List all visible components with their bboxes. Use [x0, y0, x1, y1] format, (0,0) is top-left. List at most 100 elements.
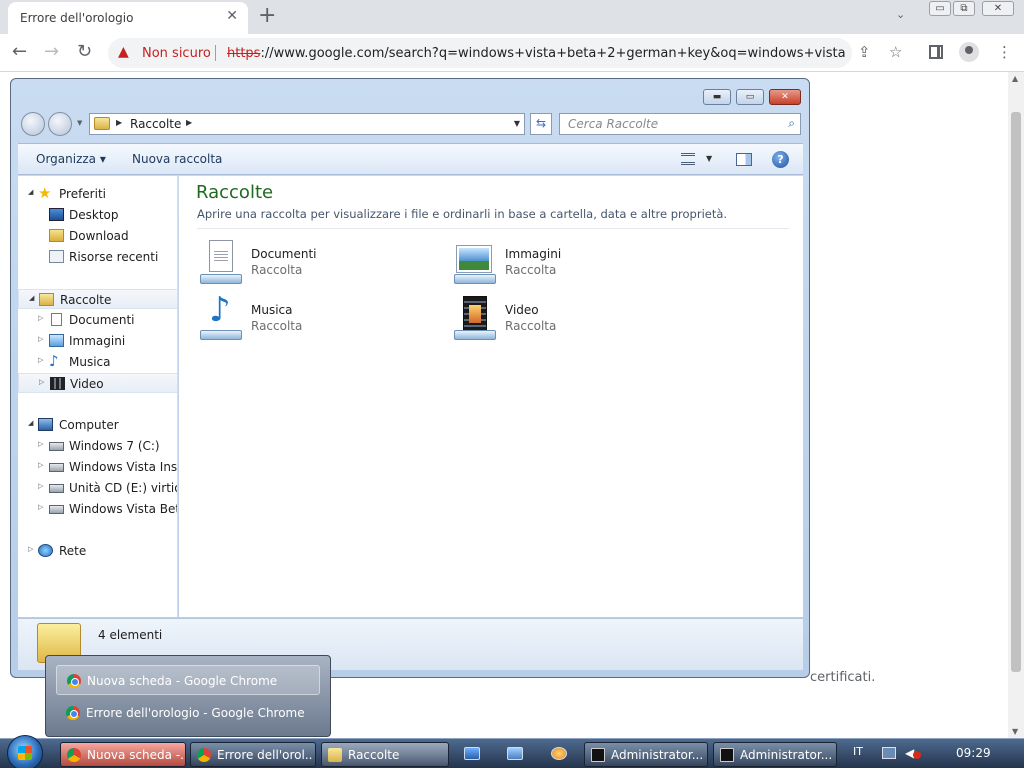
explorer-address-bar[interactable]: ▶ Raccolte ▶ ▼: [89, 113, 525, 135]
explorer-maximize-button[interactable]: ▭: [736, 89, 764, 105]
taskbar-button-cmd-1[interactable]: Administrator...: [584, 742, 708, 767]
url-text[interactable]: https://www.google.com/search?q=windows+…: [227, 46, 847, 61]
nav-item-vista-beta[interactable]: ▷ Windows Vista Beta: [18, 499, 178, 519]
close-window-button[interactable]: ✕: [982, 1, 1014, 16]
new-tab-button[interactable]: +: [258, 3, 276, 29]
start-button[interactable]: [7, 735, 43, 768]
taskbar-button-label: Nuova scheda -...: [87, 748, 183, 762]
browser-tab[interactable]: Errore dell'orologio ✕: [8, 2, 248, 34]
forward-arrow-icon[interactable]: →: [44, 42, 59, 62]
expand-triangle-icon[interactable]: ▷: [38, 335, 43, 343]
taskbar-button-chrome-errore[interactable]: Errore dell'orol...: [190, 742, 316, 767]
nav-libraries[interactable]: ◢ Raccolte: [18, 289, 177, 309]
nav-computer[interactable]: ◢ Computer: [18, 415, 177, 435]
side-panel-icon[interactable]: [929, 45, 943, 59]
library-item-musica[interactable]: ♪ Musica Raccolta: [197, 290, 437, 346]
organize-menu-button[interactable]: Organizza ▾: [36, 152, 106, 166]
explorer-search-box[interactable]: Cerca Raccolte ⌕: [559, 113, 801, 135]
input-language-indicator[interactable]: IT: [853, 745, 863, 758]
collapse-triangle-icon[interactable]: ◢: [28, 188, 33, 196]
change-view-icon[interactable]: [681, 153, 695, 165]
page-scrollbar[interactable]: ▲ ▼: [1008, 72, 1024, 738]
scroll-down-icon[interactable]: ▼: [1012, 727, 1018, 736]
nav-favorites[interactable]: ◢ ★ Preferiti: [18, 184, 177, 204]
expand-triangle-icon[interactable]: ▷: [28, 545, 33, 553]
explorer-back-button[interactable]: [21, 112, 45, 136]
search-icon[interactable]: ⌕: [788, 116, 795, 131]
expand-triangle-icon[interactable]: ▷: [38, 461, 43, 469]
hard-drive-icon: [49, 505, 64, 514]
explorer-minimize-button[interactable]: ▬: [703, 89, 731, 105]
expand-triangle-icon[interactable]: ▷: [38, 356, 43, 364]
recent-places-icon: [49, 250, 64, 263]
nav-item-label: Windows Vista Beta: [69, 502, 178, 516]
minimize-window-button[interactable]: ▭: [929, 1, 951, 16]
scroll-up-icon[interactable]: ▲: [1012, 74, 1018, 83]
recent-pages-dropdown-icon[interactable]: ▼: [77, 119, 82, 127]
refresh-icon[interactable]: ⇆: [530, 113, 552, 135]
taskbar-button-chrome-nuova-scheda[interactable]: Nuova scheda -...: [60, 742, 186, 767]
nav-item-vista-install[interactable]: ▷ Windows Vista Insta: [18, 457, 177, 477]
address-dropdown-icon[interactable]: ▼: [514, 119, 520, 128]
collapse-triangle-icon[interactable]: ◢: [29, 294, 34, 302]
expand-triangle-icon[interactable]: ▷: [39, 378, 44, 386]
nav-item-documenti[interactable]: ▷ Documenti: [18, 310, 177, 330]
library-name: Immagini: [505, 247, 562, 261]
expand-triangle-icon[interactable]: ▷: [38, 440, 43, 448]
popup-item-errore-orologio[interactable]: Errore dell'orologio - Google Chrome: [56, 698, 320, 728]
remote-desktop-icon[interactable]: [464, 747, 480, 760]
popup-item-label: Errore dell'orologio - Google Chrome: [86, 706, 305, 720]
nav-item-cd-drive[interactable]: ▷ Unità CD (E:) virtio-v: [18, 478, 177, 498]
network-tray-icon[interactable]: [882, 747, 896, 759]
nav-item-label: Musica: [69, 355, 111, 369]
share-icon[interactable]: ⇪: [858, 44, 871, 60]
close-tab-icon[interactable]: ✕: [226, 8, 238, 24]
taskbar-button-raccolte[interactable]: Raccolte: [321, 742, 449, 767]
expand-triangle-icon[interactable]: ▷: [38, 503, 43, 511]
nav-item-recent[interactable]: Risorse recenti: [18, 247, 177, 267]
help-icon[interactable]: ?: [772, 151, 789, 168]
libraries-icon: [39, 293, 54, 306]
nav-item-video[interactable]: ▷ Video: [18, 373, 177, 393]
restore-window-button[interactable]: ⧉: [953, 1, 975, 16]
explorer-close-button[interactable]: ✕: [769, 89, 801, 105]
collapse-triangle-icon[interactable]: ◢: [28, 419, 33, 427]
warning-triangle-icon[interactable]: ▲: [118, 44, 129, 60]
nav-item-desktop[interactable]: Desktop: [18, 205, 177, 225]
back-arrow-icon[interactable]: ←: [12, 42, 27, 62]
nav-item-immagini[interactable]: ▷ Immagini: [18, 331, 177, 351]
not-secure-label[interactable]: Non sicuro: [142, 46, 211, 61]
expand-triangle-icon[interactable]: ▷: [38, 482, 43, 490]
library-item-immagini[interactable]: Immagini Raccolta: [451, 238, 691, 290]
system-clock[interactable]: 09:29: [956, 746, 991, 760]
keyboard-icon[interactable]: [507, 747, 523, 760]
profile-icon[interactable]: [959, 42, 979, 62]
view-dropdown-icon[interactable]: ▼: [706, 154, 712, 163]
desktop-icon: [49, 208, 64, 221]
kebab-menu-icon[interactable]: ⋮: [997, 44, 1012, 60]
taskbar-button-cmd-2[interactable]: Administrator...: [713, 742, 837, 767]
new-library-button[interactable]: Nuova raccolta: [132, 152, 222, 166]
nav-network[interactable]: ▷ Rete: [18, 541, 177, 561]
breadcrumb-arrow-icon[interactable]: ▶: [116, 118, 122, 127]
hard-drive-icon: [49, 442, 64, 451]
scrollbar-thumb[interactable]: [1011, 112, 1021, 672]
tab-search-chevron-icon[interactable]: ⌄: [896, 8, 905, 21]
reload-icon[interactable]: ↻: [77, 42, 92, 62]
nav-item-download[interactable]: Download: [18, 226, 177, 246]
preview-pane-icon[interactable]: [736, 153, 752, 166]
nav-item-drive-c[interactable]: ▷ Windows 7 (C:): [18, 436, 177, 456]
breadcrumb-raccolte[interactable]: Raccolte: [130, 117, 181, 131]
breadcrumb-arrow-icon[interactable]: ▶: [186, 118, 192, 127]
bookmark-star-icon[interactable]: ☆: [889, 44, 902, 60]
library-item-documenti[interactable]: Documenti Raccolta: [197, 238, 437, 290]
popup-item-nuova-scheda[interactable]: Nuova scheda - Google Chrome: [56, 665, 320, 695]
settings-gear-icon[interactable]: [551, 747, 567, 760]
nav-item-musica[interactable]: ▷ ♪ Musica: [18, 352, 177, 372]
expand-triangle-icon[interactable]: ▷: [38, 314, 43, 322]
explorer-forward-button[interactable]: [48, 112, 72, 136]
address-bar[interactable]: ▲ Non sicuro https://www.google.com/sear…: [108, 38, 852, 68]
omnibox-divider: [215, 45, 216, 61]
library-item-video[interactable]: Video Raccolta: [451, 294, 691, 346]
library-kind: Raccolta: [251, 263, 303, 277]
